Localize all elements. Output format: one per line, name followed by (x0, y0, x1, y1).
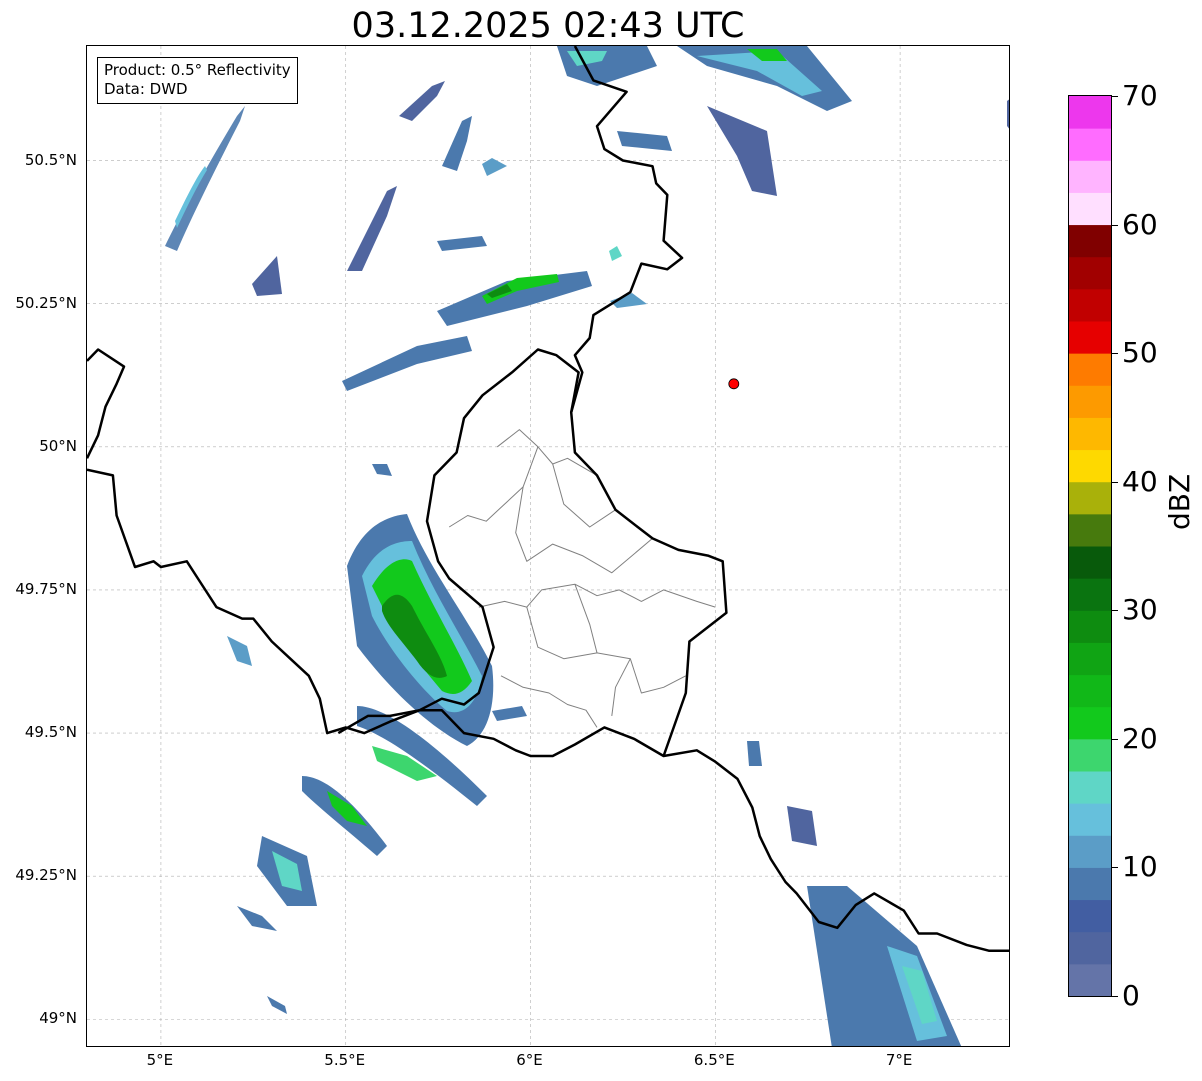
lat-tick-label: 49.5°N (24, 723, 77, 742)
colorbar-tick-mark (1112, 224, 1118, 226)
colorbar-segment (1069, 353, 1111, 386)
colorbar-tick-mark (1112, 996, 1118, 997)
regional-border-line (478, 583, 716, 608)
map-title: 03.12.2025 02:43 UTC (351, 6, 745, 46)
echo-area (1007, 99, 1009, 129)
colorbar-segment (1069, 706, 1111, 740)
colorbar-segment (1069, 642, 1111, 676)
colorbar-segment (1069, 385, 1111, 418)
colorbar-tick-label: 70 (1122, 79, 1158, 112)
data-source-label: Data: DWD (104, 80, 188, 98)
colorbar-segment (1069, 771, 1111, 804)
colorbar-segment (1069, 481, 1111, 515)
colorbar-tick-label: 40 (1122, 464, 1158, 498)
colorbar-tick-mark (1112, 867, 1118, 869)
lon-tick-label: 5°E (146, 1051, 174, 1069)
echo-area (747, 741, 762, 766)
colorbar-segment (1069, 899, 1111, 933)
national-border-line (87, 468, 1009, 952)
colorbar-segment (1069, 513, 1111, 547)
lat-tick-label: 49°N (39, 1009, 77, 1028)
colorbar-tick-label: 50 (1122, 336, 1158, 370)
colorbar-unit-label: dBZ (1163, 473, 1196, 530)
regional-border-line (448, 446, 539, 528)
regional-border-line (526, 606, 687, 694)
echo-area (252, 256, 282, 296)
colorbar (1068, 95, 1112, 997)
radar-map-canvas (87, 46, 1009, 1046)
colorbar-segment (1069, 224, 1111, 258)
lat-tick-label: 50°N (39, 436, 77, 455)
colorbar-tick-label: 60 (1122, 207, 1158, 241)
echo-area (609, 246, 622, 261)
lon-tick-label: 6.5°E (693, 1051, 735, 1069)
colorbar-tick-mark (1112, 738, 1118, 740)
echo-area (492, 706, 527, 721)
echo-area (165, 106, 245, 251)
colorbar-segment (1069, 963, 1111, 996)
colorbar-segment (1069, 160, 1111, 193)
echo-area (707, 106, 777, 196)
colorbar-segment (1069, 256, 1111, 290)
colorbar-segment (1069, 449, 1111, 483)
product-label: Product: 0.5° Reflectivity (104, 61, 291, 79)
regional-border-line (552, 463, 616, 528)
lon-tick-label: 5.5°E (324, 1051, 366, 1069)
colorbar-tick-label: 10 (1122, 850, 1158, 884)
lat-tick-label: 49.75°N (15, 579, 77, 598)
colorbar-tick-mark (1112, 353, 1118, 355)
product-info-box: Product: 0.5° Reflectivity Data: DWD (97, 57, 298, 104)
echo-area (372, 464, 392, 476)
reflectivity-echoes (165, 46, 1009, 1046)
echo-area (237, 906, 277, 931)
colorbar-segment (1069, 192, 1111, 226)
radar-site-marker[interactable] (728, 378, 740, 390)
lat-tick-label: 50.25°N (15, 293, 77, 312)
lon-tick-label: 7°E (885, 1051, 913, 1069)
regional-border-line (515, 486, 653, 574)
colorbar-segment (1069, 128, 1111, 161)
echo-area (437, 236, 487, 251)
colorbar-segment (1069, 321, 1111, 354)
echo-area (437, 271, 592, 326)
echo-area (267, 996, 287, 1014)
colorbar-segment (1069, 610, 1111, 643)
colorbar-segment (1069, 867, 1111, 901)
echo-area (347, 186, 397, 271)
national-border-line (569, 46, 728, 757)
lat-tick-label: 50.5°N (24, 150, 77, 169)
colorbar-segment (1069, 835, 1111, 868)
echo-area (787, 806, 817, 846)
regional-border-line (500, 675, 598, 728)
colorbar-segment (1069, 738, 1111, 772)
colorbar-tick-label: 20 (1122, 721, 1158, 755)
echo-area (399, 81, 445, 121)
echo-area (342, 336, 472, 391)
colorbar-segment (1069, 931, 1111, 965)
colorbar-tick-label: 0 (1122, 979, 1140, 1012)
national-borders (87, 46, 1009, 952)
radar-map[interactable] (86, 45, 1010, 1047)
colorbar-segment (1069, 674, 1111, 708)
echo-area (617, 131, 672, 151)
colorbar-segment (1069, 288, 1111, 322)
lon-tick-label: 6°E (516, 1051, 543, 1069)
echo-area (442, 116, 472, 171)
colorbar-segment (1069, 578, 1111, 611)
colorbar-tick-label: 30 (1122, 593, 1158, 627)
colorbar-tick-mark (1112, 481, 1118, 483)
lat-tick-label: 49.25°N (15, 866, 77, 885)
national-border-line (87, 348, 126, 459)
colorbar-gradient (1069, 96, 1111, 996)
regional-border-line (496, 429, 598, 476)
colorbar-tick-mark (1112, 96, 1118, 97)
colorbar-tick-mark (1112, 610, 1118, 612)
echo-area (227, 636, 252, 666)
colorbar-segment (1069, 96, 1111, 129)
colorbar-segment (1069, 803, 1111, 836)
colorbar-segment (1069, 417, 1111, 451)
regional-border-line (611, 658, 631, 716)
colorbar-segment (1069, 546, 1111, 579)
